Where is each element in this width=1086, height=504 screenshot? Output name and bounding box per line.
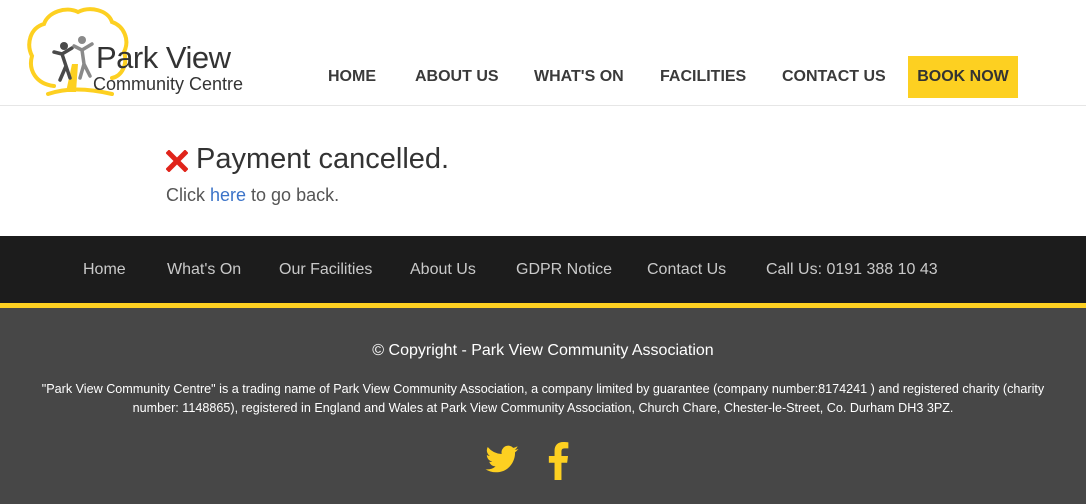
back-link[interactable]: here xyxy=(210,185,246,205)
page-title: Payment cancelled. xyxy=(196,143,450,175)
nav-facilities[interactable]: FACILITIES xyxy=(660,56,746,98)
back-suffix: to go back. xyxy=(246,185,340,205)
nav-contact-us[interactable]: CONTACT US xyxy=(782,56,886,98)
nav-about-us[interactable]: ABOUT US xyxy=(415,56,499,98)
footer-nav-gdpr-notice[interactable]: GDPR Notice xyxy=(516,236,612,303)
facebook-link[interactable] xyxy=(546,442,570,482)
nav-home[interactable]: HOME xyxy=(328,56,376,98)
footer-nav-our-facilities[interactable]: Our Facilities xyxy=(279,236,372,303)
back-message: Click here to go back. xyxy=(166,185,339,206)
copyright-text: © Copyright - Park View Community Associ… xyxy=(372,342,714,359)
site-header: Park View Community Centre HOME ABOUT US… xyxy=(0,0,1086,106)
footer-nav-home[interactable]: Home xyxy=(83,236,126,303)
back-prefix: Click xyxy=(166,185,210,205)
footer-nav-about-us[interactable]: About Us xyxy=(410,236,476,303)
nav-whats-on[interactable]: WHAT'S ON xyxy=(534,56,624,98)
footer-nav-contact-us[interactable]: Contact Us xyxy=(647,236,726,303)
cross-icon xyxy=(166,150,188,172)
footer-nav: Home What's On Our Facilities About Us G… xyxy=(0,236,1086,303)
legal-text: "Park View Community Centre" is a tradin… xyxy=(41,382,1045,415)
facebook-icon xyxy=(548,442,569,480)
logo-title: Park View xyxy=(96,40,231,75)
footer-nav-whats-on[interactable]: What's On xyxy=(167,236,241,303)
footer-nav-call-us[interactable]: Call Us: 0191 388 10 43 xyxy=(766,236,938,303)
twitter-icon xyxy=(485,445,519,473)
site-footer: © Copyright - Park View Community Associ… xyxy=(0,308,1086,504)
book-now-button[interactable]: BOOK NOW xyxy=(908,56,1018,98)
twitter-link[interactable] xyxy=(484,442,520,482)
site-logo[interactable]: Park View Community Centre xyxy=(26,4,266,100)
main-content: Payment cancelled. Click here to go back… xyxy=(0,106,1086,236)
logo-subtitle: Community Centre xyxy=(93,74,244,94)
